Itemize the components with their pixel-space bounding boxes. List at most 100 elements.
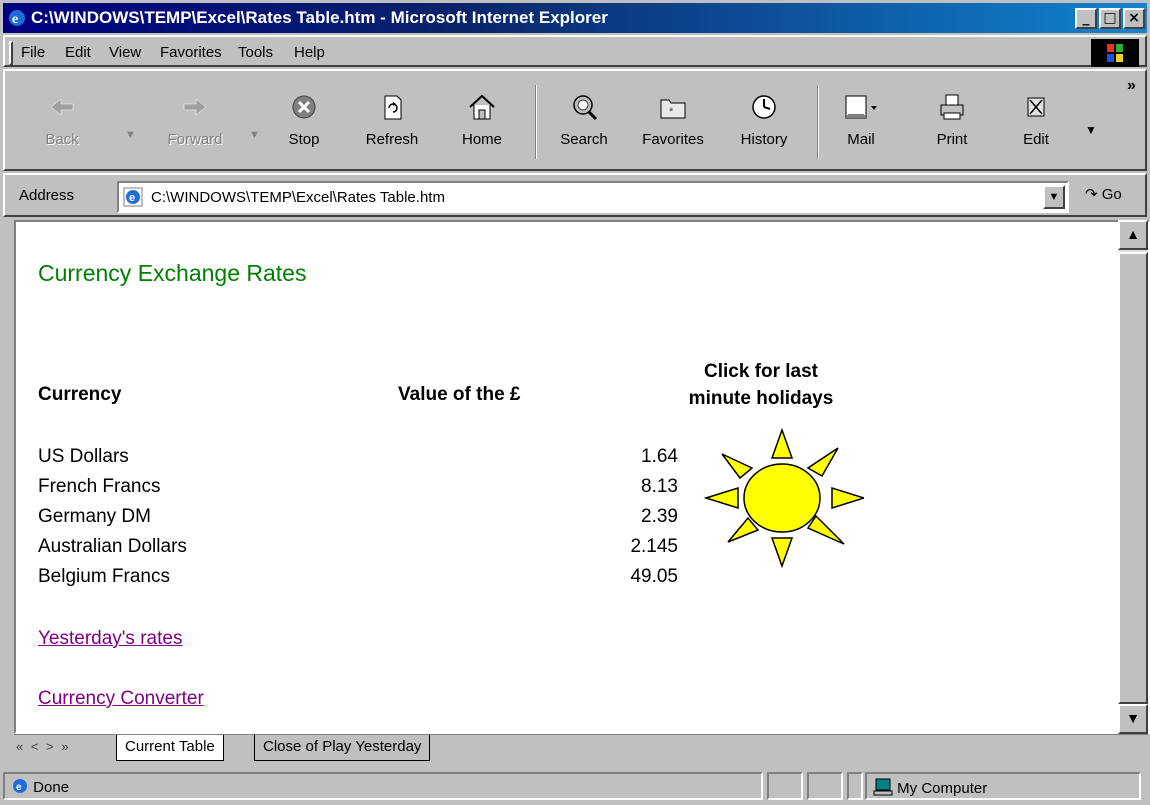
holidays-caption-line2: minute holidays xyxy=(688,388,834,409)
history-button[interactable]: History xyxy=(731,79,797,165)
forward-button[interactable]: Forward xyxy=(155,79,235,165)
history-clock-icon xyxy=(752,95,776,119)
my-computer-icon xyxy=(873,778,897,797)
edit-label: Edit xyxy=(1023,131,1049,148)
rate-row: French Francs 8.13 xyxy=(38,476,678,506)
stop-icon xyxy=(292,95,316,119)
home-icon xyxy=(469,94,495,120)
currency-value: 2.145 xyxy=(630,536,678,557)
address-bar: Address e ▼ ↷ Go xyxy=(3,173,1147,217)
scroll-up-button[interactable]: ▲ xyxy=(1118,220,1148,250)
holidays-sun-link[interactable] xyxy=(703,426,867,578)
close-button[interactable]: × xyxy=(1123,8,1145,29)
go-arrow-icon: ↷ xyxy=(1085,186,1098,203)
refresh-button[interactable]: Refresh xyxy=(357,79,427,165)
ie-page-icon: e xyxy=(123,187,143,211)
address-label: Address xyxy=(19,187,75,204)
rate-row: Belgium Francs 49.05 xyxy=(38,566,678,596)
edit-dropdown-icon[interactable]: ▼ xyxy=(1085,123,1097,137)
yesterdays-rates-link[interactable]: Yesterday's rates xyxy=(38,628,182,650)
search-button[interactable]: Search xyxy=(551,79,617,165)
currency-value: 8.13 xyxy=(641,476,678,497)
sun-icon xyxy=(703,427,867,569)
edit-button[interactable]: Edit xyxy=(1013,79,1059,165)
back-label: Back xyxy=(45,131,79,148)
forward-dropdown-icon[interactable]: ▼ xyxy=(249,129,260,141)
address-input[interactable] xyxy=(151,187,1031,207)
status-cell-empty xyxy=(847,772,863,800)
toolbar-separator xyxy=(535,85,537,159)
ie-page-status-icon: e xyxy=(11,779,33,796)
menu-view[interactable]: View xyxy=(109,44,141,61)
page-title: Currency Exchange Rates xyxy=(38,260,307,286)
stop-button[interactable]: Stop xyxy=(277,79,331,165)
refresh-icon xyxy=(384,95,402,120)
svg-text:e: e xyxy=(12,12,18,27)
svg-text:e: e xyxy=(129,192,135,204)
print-button[interactable]: Print xyxy=(925,79,979,165)
favorites-folder-icon: * xyxy=(660,99,686,119)
menu-edit[interactable]: Edit xyxy=(65,44,91,61)
home-button[interactable]: Home xyxy=(453,79,511,165)
ie-icon: e xyxy=(7,8,27,32)
go-button[interactable]: ↷ Go xyxy=(1085,185,1122,203)
menu-favorites[interactable]: Favorites xyxy=(160,44,222,61)
scroll-down-button[interactable]: ▼ xyxy=(1118,704,1148,734)
security-zone-label: My Computer xyxy=(897,780,988,797)
currency-name: Belgium Francs xyxy=(38,566,170,587)
forward-arrow-icon xyxy=(183,98,207,116)
scroll-thumb[interactable] xyxy=(1118,252,1148,704)
maximize-button[interactable]: □ xyxy=(1099,8,1121,29)
currency-name: US Dollars xyxy=(38,446,129,467)
value-column-header: Value of the £ xyxy=(398,384,521,405)
forward-label: Forward xyxy=(167,131,223,148)
status-text: Done xyxy=(33,779,70,796)
sheet-tab-navigation[interactable]: « < > » xyxy=(16,739,70,754)
currency-column-header: Currency xyxy=(38,384,122,405)
holidays-caption: Click for last minute holidays xyxy=(656,358,866,412)
menu-bar: File Edit View Favorites Tools Help xyxy=(3,35,1147,67)
sheet-tab-bar: « < > » Current Table Close of Play Yest… xyxy=(14,734,1148,764)
toolbar: Back ▼ Forward ▼ Stop Refresh Home Searc… xyxy=(3,69,1147,171)
mail-button[interactable]: Mail xyxy=(833,79,889,165)
home-label: Home xyxy=(461,131,502,148)
rate-row: Australian Dollars 2.145 xyxy=(38,536,678,566)
currency-converter-link[interactable]: Currency Converter xyxy=(38,688,204,710)
toolbar-more-chevron-icon[interactable]: » xyxy=(1127,77,1136,95)
currency-name: Australian Dollars xyxy=(38,536,187,557)
back-dropdown-icon[interactable]: ▼ xyxy=(125,129,136,141)
stop-label: Stop xyxy=(288,131,320,148)
currency-value: 49.05 xyxy=(630,566,678,587)
status-cell-empty xyxy=(807,772,843,800)
printer-icon xyxy=(940,94,964,120)
menu-file[interactable]: File xyxy=(21,44,45,61)
window-title: C:\WINDOWS\TEMP\Excel\Rates Table.htm - … xyxy=(31,8,608,27)
status-bar: e Done My Computer xyxy=(3,768,1147,802)
search-label: Search xyxy=(560,131,608,148)
mail-icon xyxy=(845,95,877,119)
svg-text:*: * xyxy=(669,106,674,118)
currency-name: French Francs xyxy=(38,476,161,497)
status-text-cell: e Done xyxy=(3,772,763,800)
menu-tools[interactable]: Tools xyxy=(238,44,273,61)
menu-help[interactable]: Help xyxy=(294,44,325,61)
address-dropdown-button[interactable]: ▼ xyxy=(1043,185,1065,209)
address-field[interactable]: e ▼ xyxy=(117,181,1069,213)
print-label: Print xyxy=(936,131,968,148)
tab-current-table[interactable]: Current Table xyxy=(116,735,224,761)
page-content: Currency Exchange Rates Currency Value o… xyxy=(14,220,1150,734)
title-bar: e C:\WINDOWS\TEMP\Excel\Rates Table.htm … xyxy=(3,3,1147,33)
currency-value: 2.39 xyxy=(641,506,678,527)
menu-grip xyxy=(9,41,13,65)
favorites-button[interactable]: * Favorites xyxy=(631,79,715,165)
search-icon xyxy=(573,95,598,121)
vertical-scrollbar[interactable]: ▲ ▼ xyxy=(1118,220,1148,734)
edit-page-icon xyxy=(1027,97,1045,117)
back-arrow-icon xyxy=(50,98,74,116)
holidays-caption-line1: Click for last xyxy=(703,361,819,382)
minimize-button[interactable]: _ xyxy=(1075,8,1097,29)
currency-name: Germany DM xyxy=(38,506,151,527)
tab-close-of-play-yesterday[interactable]: Close of Play Yesterday xyxy=(254,735,431,761)
refresh-label: Refresh xyxy=(365,131,419,148)
back-button[interactable]: Back xyxy=(35,79,89,165)
